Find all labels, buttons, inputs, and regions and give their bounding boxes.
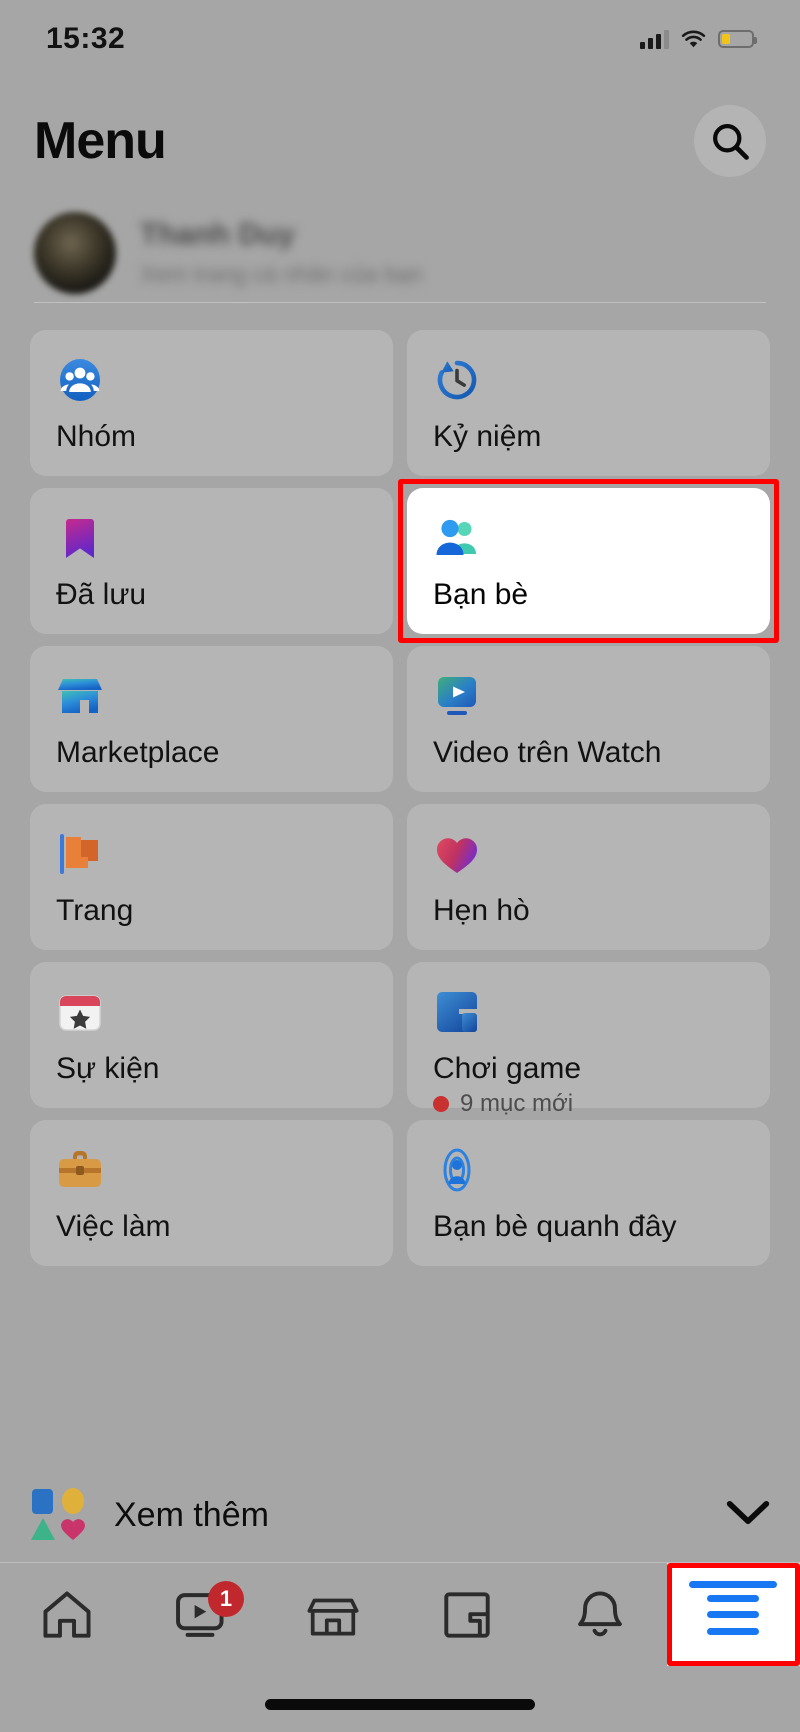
bookmark-icon [66,519,94,558]
profile-row[interactable]: Thanh Duy Xem trang cá nhân của bạn [34,205,766,301]
menu-tile-marketplace[interactable]: Marketplace [30,646,393,792]
home-icon [43,1590,91,1638]
menu-tile-gaming[interactable]: Chơi game 9 mục mới [407,962,770,1117]
cellular-bars-icon [640,29,669,49]
menu-tile-label: Bạn bè [433,578,529,611]
menu-tile-badge-label: 9 mục mới [460,1090,574,1117]
marketplace-shop-icon [58,679,102,713]
shapes-icon [30,1487,86,1543]
menu-tile-label: Sự kiện [56,1052,160,1085]
nav-item-gaming[interactable] [400,1563,533,1666]
menu-tile-label: Trang [56,894,134,927]
new-items-dot-icon [433,1096,449,1112]
nav-item-marketplace[interactable] [267,1563,400,1666]
menu-tile-friends[interactable]: Bạn bè [407,488,770,634]
header-divider [34,302,766,303]
page-title: Menu [34,112,167,170]
menu-tile-label: Bạn bè quanh đây [433,1210,677,1243]
menu-tile-saved[interactable]: Đã lưu [30,488,393,634]
nav-item-menu[interactable] [666,1563,800,1666]
nearby-friends-icon [443,1148,471,1192]
gaming-icon [437,992,477,1032]
status-bar: 15:32 [0,0,800,78]
home-indicator [265,1699,535,1710]
menu-tile-label: Chơi game [433,1052,582,1085]
groups-icon [60,359,100,401]
menu-tile-events[interactable]: Sự kiện [30,962,393,1108]
menu-tile-dating[interactable]: Hẹn hò [407,804,770,950]
menu-tile-label: Video trên Watch [433,736,662,769]
search-button[interactable] [694,105,766,177]
memories-clock-icon [437,360,477,400]
status-clock: 15:32 [46,22,126,55]
gaming-icon [443,1591,490,1638]
jobs-briefcase-icon [59,1151,101,1187]
menu-tile-label: Nhóm [56,420,137,453]
menu-tile-label: Marketplace [56,736,220,769]
menu-tile-watch[interactable]: Video trên Watch [407,646,770,792]
chevron-down-icon[interactable] [726,1499,770,1532]
nav-item-home[interactable] [0,1563,133,1666]
menu-tile-label: Việc làm [56,1210,171,1243]
bottom-nav-bar: 1 [0,1562,800,1666]
menu-tile-pages[interactable]: Trang [30,804,393,950]
avatar [34,212,116,294]
watch-play-icon [438,677,476,715]
bell-icon [578,1590,622,1636]
see-more-label: Xem thêm [114,1495,269,1534]
events-calendar-icon [59,995,101,1031]
hamburger-menu-icon [707,1594,760,1635]
nav-item-watch[interactable]: 1 [133,1563,266,1666]
see-more-row[interactable]: Xem thêm [30,1475,770,1555]
search-icon [713,124,749,160]
menu-tile-jobs[interactable]: Việc làm [30,1120,393,1266]
friends-icon [436,519,476,555]
battery-low-icon [718,30,757,48]
nav-badge: 1 [207,1581,244,1617]
marketplace-icon [307,1598,359,1636]
dating-heart-icon [436,838,478,873]
profile-name: Thanh Duy [140,218,295,251]
status-indicators [640,29,757,49]
menu-tile-memories[interactable]: Kỷ niệm [407,330,770,476]
nav-item-notifications[interactable] [533,1563,666,1666]
wifi-icon [681,30,706,48]
profile-subtitle: Xem trang cá nhân của bạn [140,261,423,287]
menu-tile-label: Đã lưu [56,578,147,611]
menu-tile-grid: Nhóm Kỷ niệm Đã lưu Bạn bè Marketplace V… [30,330,770,1266]
menu-tile-friends-nearby[interactable]: Bạn bè quanh đây [407,1120,770,1266]
pages-flag-icon [60,834,98,874]
menu-tile-label: Hẹn hò [433,894,530,927]
page-header: Menu [0,86,800,196]
menu-tile-label: Kỷ niệm [433,420,542,453]
profile-text: Thanh Duy Xem trang cá nhân của bạn [140,218,423,288]
menu-tile-groups[interactable]: Nhóm [30,330,393,476]
phone-screen: 15:32 Menu Thanh Duy Xem trang cá nhân c… [0,0,800,1732]
menu-tile-badge: 9 mục mới [433,1090,744,1118]
